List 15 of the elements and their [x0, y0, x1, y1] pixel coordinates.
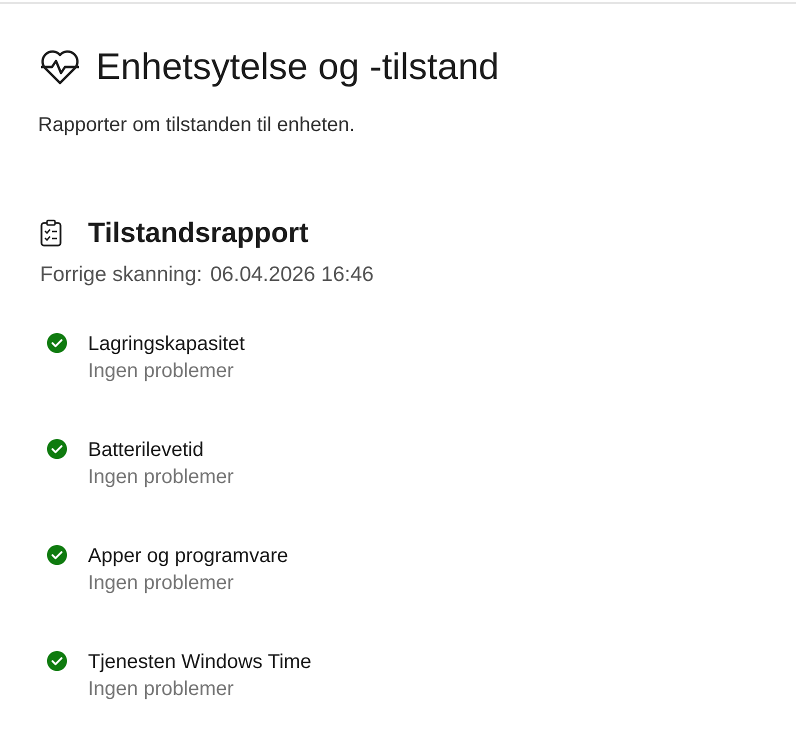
item-status-text: Ingen problemer	[88, 359, 235, 384]
page-description: Rapporter om tilstanden til enheten.	[38, 114, 356, 137]
item-name: Tjenesten Windows Time	[88, 650, 312, 675]
heart-pulse-icon	[40, 49, 80, 85]
last-scan-time: 06.04.2026 16:46	[210, 263, 374, 287]
item-status-text: Ingen problemer	[88, 571, 235, 596]
item-name: Apper og programvare	[88, 544, 288, 569]
item-name: Lagringskapasitet	[88, 332, 245, 357]
item-status-text: Ingen problemer	[88, 465, 234, 490]
section-heading: Tilstandsrapport	[88, 217, 308, 249]
last-scan-label: Forrige skanning:	[40, 263, 202, 287]
clipboard-checklist-icon	[40, 219, 62, 247]
page-title: Enhetsytelse og -tilstand	[96, 45, 500, 89]
item-name: Batterilevetid	[88, 438, 205, 463]
item-status-text: Ingen problemer	[88, 677, 235, 702]
